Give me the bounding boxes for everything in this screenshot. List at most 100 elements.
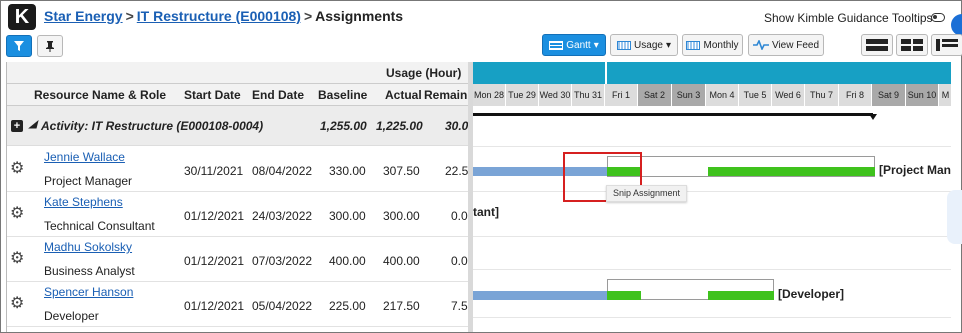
gantt-icon [549, 40, 564, 50]
resource-role: Technical Consultant [44, 219, 155, 233]
gantt-day-cell: Thu 31 [572, 84, 605, 106]
layout-compact-button[interactable] [861, 34, 893, 56]
gear-icon[interactable]: ⚙ [10, 206, 24, 222]
gantt-chart: Mon 28 Tue 29 Wed 30 Thu 31 Fri 1 Sat 2 Sun 3M… [473, 62, 951, 332]
start-date: 01/12/2021 [184, 209, 245, 223]
view-feed-label: View Feed [771, 39, 820, 51]
col-actual[interactable]: Actual [385, 88, 422, 102]
tree-icon [936, 39, 958, 51]
breadcrumb-engagement-link[interactable]: IT Restructure (E000108) [137, 8, 301, 24]
resource-role: Developer [44, 309, 99, 323]
col-resource-name-role[interactable]: Resource Name & Role [34, 88, 166, 102]
breadcrumb-separator: > [303, 8, 313, 24]
usage-group-header: Usage (Hour) [386, 66, 462, 80]
table-row[interactable]: ⚙ Kate Stephens Technical Consultant 01/… [7, 192, 468, 237]
gantt-day-cell: Sun 3 [672, 84, 706, 106]
expand-plus-icon[interactable]: + [11, 120, 23, 132]
guidance-toggle[interactable] [931, 13, 945, 22]
side-panel-tab[interactable] [947, 190, 962, 244]
col-start-date[interactable]: Start Date [184, 88, 241, 102]
remaining-value: 0.0 [451, 254, 468, 268]
assignments-table: Usage (Hour) Resource Name & Role Start … [6, 62, 468, 332]
kimble-logo: K [8, 4, 36, 30]
gantt-row-divider [473, 146, 951, 147]
gantt-row-divider [473, 191, 951, 192]
gantt-day-cell: Sat 2 [638, 84, 672, 106]
resource-name-link[interactable]: Jennie Wallace [44, 150, 125, 164]
col-end-date[interactable]: End Date [252, 88, 304, 102]
end-date: 08/04/2022 [252, 164, 313, 178]
gantt-day-cell: Sat 9 [872, 84, 906, 106]
col-remaining[interactable]: Remaining [424, 88, 468, 102]
baseline-value: 330.00 [329, 164, 366, 178]
table-row[interactable]: ⚙ Spencer Hanson Developer 01/12/2021 05… [7, 282, 468, 327]
monthly-button[interactable]: Monthly [682, 34, 743, 56]
baseline-value: 225.00 [329, 299, 366, 313]
usage-button[interactable]: Usage ▾ [610, 34, 678, 56]
gantt-day-cell: Wed 30 [539, 84, 572, 106]
gantt-view-button[interactable]: Gantt ▾ [542, 34, 606, 56]
gantt-label: Gantt [566, 39, 591, 51]
collapse-triangle-icon[interactable]: ◢ [29, 119, 37, 130]
col-baseline[interactable]: Baseline [318, 88, 367, 102]
activity-label: Activity: IT Restructure (E000108-0004) [41, 119, 264, 133]
activity-remaining: 30.0 [445, 119, 468, 133]
start-date: 01/12/2021 [184, 299, 245, 313]
gantt-day-cell: M [939, 84, 951, 106]
baseline-value: 300.00 [329, 209, 366, 223]
activity-summary-bar [473, 113, 873, 116]
gantt-role-label: [Developer] [778, 287, 845, 301]
filter-icon [14, 41, 24, 51]
gantt-row-divider [473, 317, 951, 318]
actual-value: 307.50 [383, 164, 420, 178]
gantt-month-band [473, 62, 605, 84]
gantt-day-cell: Mon 4 [706, 84, 739, 106]
remaining-value: 7.5 [451, 299, 468, 313]
usage-label: Usage [634, 39, 663, 51]
table-row[interactable]: ⚙ Madhu Sokolsky Business Analyst 01/12/… [7, 237, 468, 282]
breadcrumb-account-link[interactable]: Star Energy [44, 8, 123, 24]
resource-name-link[interactable]: Kate Stephens [44, 195, 123, 209]
planned-usage-bar [708, 291, 774, 300]
resource-name-link[interactable]: Spencer Hanson [44, 285, 133, 299]
table-row[interactable]: ⚙ Jennie Wallace Project Manager 30/11/2… [7, 147, 468, 192]
gear-icon[interactable]: ⚙ [10, 161, 24, 177]
monthly-label: Monthly [703, 39, 739, 51]
gantt-role-label: tant] [473, 205, 499, 219]
remaining-value: 22.5 [445, 164, 468, 178]
activity-row[interactable]: + ◢ Activity: IT Restructure (E000108-00… [7, 106, 468, 146]
actual-usage-bar [473, 291, 607, 300]
pin-icon [46, 41, 54, 52]
planned-usage-bar [708, 167, 875, 176]
layout-split-button[interactable] [896, 34, 928, 56]
calendar-icon [686, 40, 701, 50]
end-date: 24/03/2022 [252, 209, 313, 223]
table-group-header: Usage (Hour) [7, 62, 468, 84]
table-header-row: Resource Name & Role Start Date End Date… [7, 84, 468, 106]
usage-icon [617, 40, 632, 50]
resource-name-link[interactable]: Madhu Sokolsky [44, 240, 132, 254]
chevron-down-icon: ▾ [665, 39, 671, 51]
pin-button[interactable] [37, 35, 63, 57]
gantt-role-label: [Project Mana [879, 163, 951, 177]
guidance-tooltips-label: Show Kimble Guidance Tooltips [764, 11, 933, 25]
activity-baseline: 1,255.00 [320, 119, 367, 133]
actual-value: 400.00 [383, 254, 420, 268]
gantt-day-cell: Sun 10 [906, 84, 939, 106]
end-date: 07/03/2022 [252, 254, 313, 268]
gantt-month-band [607, 62, 951, 84]
view-feed-button[interactable]: View Feed [748, 34, 824, 56]
gantt-day-cell: Mon 28 [473, 84, 506, 106]
remaining-value: 0.0 [451, 209, 468, 223]
filter-button[interactable] [6, 35, 32, 57]
actual-value: 217.50 [383, 299, 420, 313]
end-date: 05/04/2022 [252, 299, 313, 313]
gantt-day-cell: Wed 6 [772, 84, 805, 106]
gantt-row-divider [473, 269, 951, 270]
gantt-day-cell: Thu 7 [805, 84, 839, 106]
gear-icon[interactable]: ⚙ [10, 251, 24, 267]
layout-tree-button[interactable] [931, 34, 962, 56]
snip-assignment-tooltip: Snip Assignment [606, 185, 688, 202]
breadcrumb-separator: > [125, 8, 134, 24]
gear-icon[interactable]: ⚙ [10, 296, 24, 312]
